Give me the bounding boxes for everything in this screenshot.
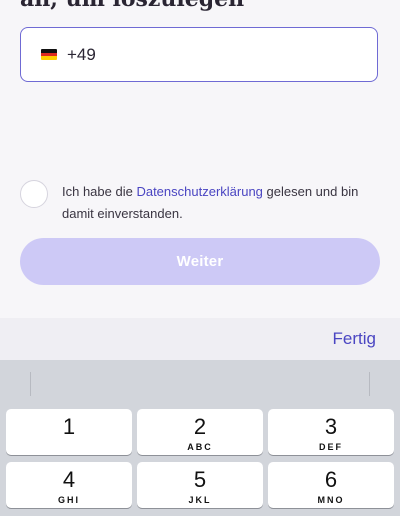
consent-text: Ich habe die Datenschutzerklärung gelese… — [62, 181, 382, 225]
consent-checkbox[interactable] — [20, 180, 48, 208]
key-5[interactable]: 5 JKL — [137, 462, 263, 508]
phone-number-input[interactable]: +49 — [20, 27, 378, 82]
numeric-keyboard: 1 2 ABC 3 DEF 4 GHI 5 JKL 6 MNO — [0, 360, 400, 516]
key-number: 3 — [324, 414, 338, 439]
suggestion-divider — [369, 372, 370, 396]
page-title: an, um loszulegen — [20, 0, 244, 10]
key-1[interactable]: 1 — [6, 409, 132, 455]
key-letters: DEF — [319, 442, 343, 452]
flag-germany-icon[interactable] — [41, 49, 57, 60]
key-3[interactable]: 3 DEF — [268, 409, 394, 455]
key-number: 5 — [193, 467, 207, 492]
key-number: 4 — [62, 467, 76, 492]
continue-button[interactable]: Weiter — [20, 238, 380, 285]
suggestion-divider — [30, 372, 31, 396]
key-number: 6 — [324, 467, 338, 492]
phone-prefix: +49 — [67, 44, 96, 64]
key-number: 1 — [62, 414, 76, 439]
key-2[interactable]: 2 ABC — [137, 409, 263, 455]
key-letters: JKL — [188, 495, 212, 505]
keyboard-accessory-bar: Fertig — [0, 318, 400, 360]
key-6[interactable]: 6 MNO — [268, 462, 394, 508]
key-4[interactable]: 4 GHI — [6, 462, 132, 508]
key-letters: MNO — [317, 495, 345, 505]
key-number: 2 — [193, 414, 207, 439]
privacy-policy-link[interactable]: Datenschutzerklärung — [136, 184, 262, 199]
key-letters: ABC — [187, 442, 213, 452]
consent-text-before: Ich habe die — [62, 184, 137, 199]
key-letters: GHI — [57, 495, 80, 505]
done-button[interactable]: Fertig — [333, 329, 376, 349]
